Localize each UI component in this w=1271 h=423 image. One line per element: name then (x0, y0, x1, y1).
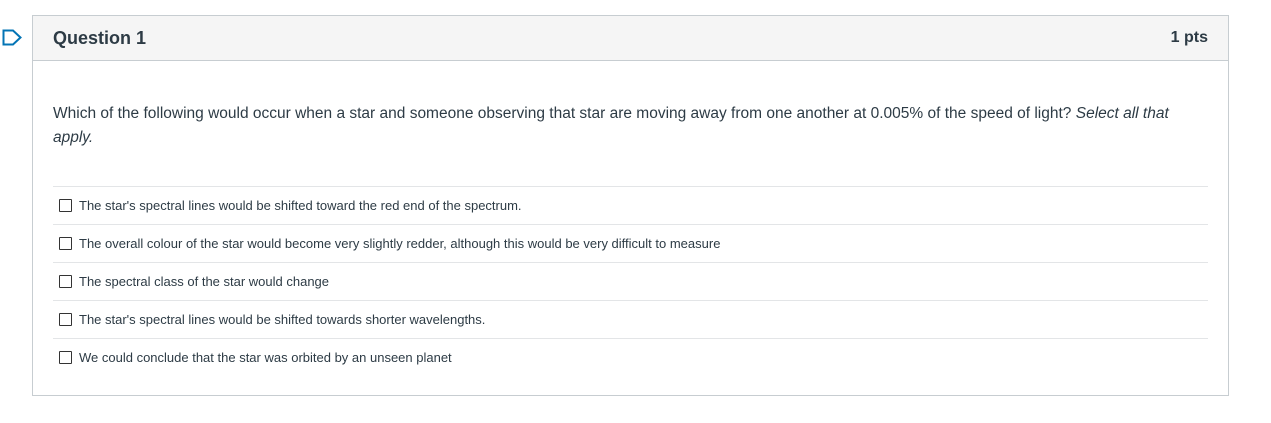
answer-label[interactable]: We could conclude that the star was orbi… (79, 350, 452, 365)
answer-label[interactable]: The star's spectral lines would be shift… (79, 198, 522, 213)
question-points: 1 pts (1170, 29, 1208, 46)
answer-option[interactable]: The spectral class of the star would cha… (53, 263, 1208, 301)
answer-label[interactable]: The spectral class of the star would cha… (79, 274, 329, 289)
question-body: Which of the following would occur when … (33, 102, 1228, 376)
answer-checkbox[interactable] (59, 199, 72, 212)
answer-option[interactable]: The star's spectral lines would be shift… (53, 187, 1208, 225)
question-text: Which of the following would occur when … (53, 102, 1208, 150)
answer-list: The star's spectral lines would be shift… (53, 186, 1208, 376)
answer-checkbox[interactable] (59, 275, 72, 288)
question-title: Question 1 (53, 27, 147, 48)
question-card: Question 1 1 pts Which of the following … (32, 15, 1229, 396)
answer-checkbox[interactable] (59, 237, 72, 250)
answer-label[interactable]: The star's spectral lines would be shift… (79, 312, 485, 327)
question-header: Question 1 1 pts (33, 16, 1228, 61)
answer-checkbox[interactable] (59, 313, 72, 326)
answer-option[interactable]: The overall colour of the star would bec… (53, 225, 1208, 263)
answer-checkbox[interactable] (59, 351, 72, 364)
flag-question-icon[interactable] (2, 29, 22, 46)
answer-label[interactable]: The overall colour of the star would bec… (79, 236, 720, 251)
question-prompt: Which of the following would occur when … (53, 105, 1072, 122)
answer-option[interactable]: The star's spectral lines would be shift… (53, 301, 1208, 339)
answer-option[interactable]: We could conclude that the star was orbi… (53, 339, 1208, 376)
